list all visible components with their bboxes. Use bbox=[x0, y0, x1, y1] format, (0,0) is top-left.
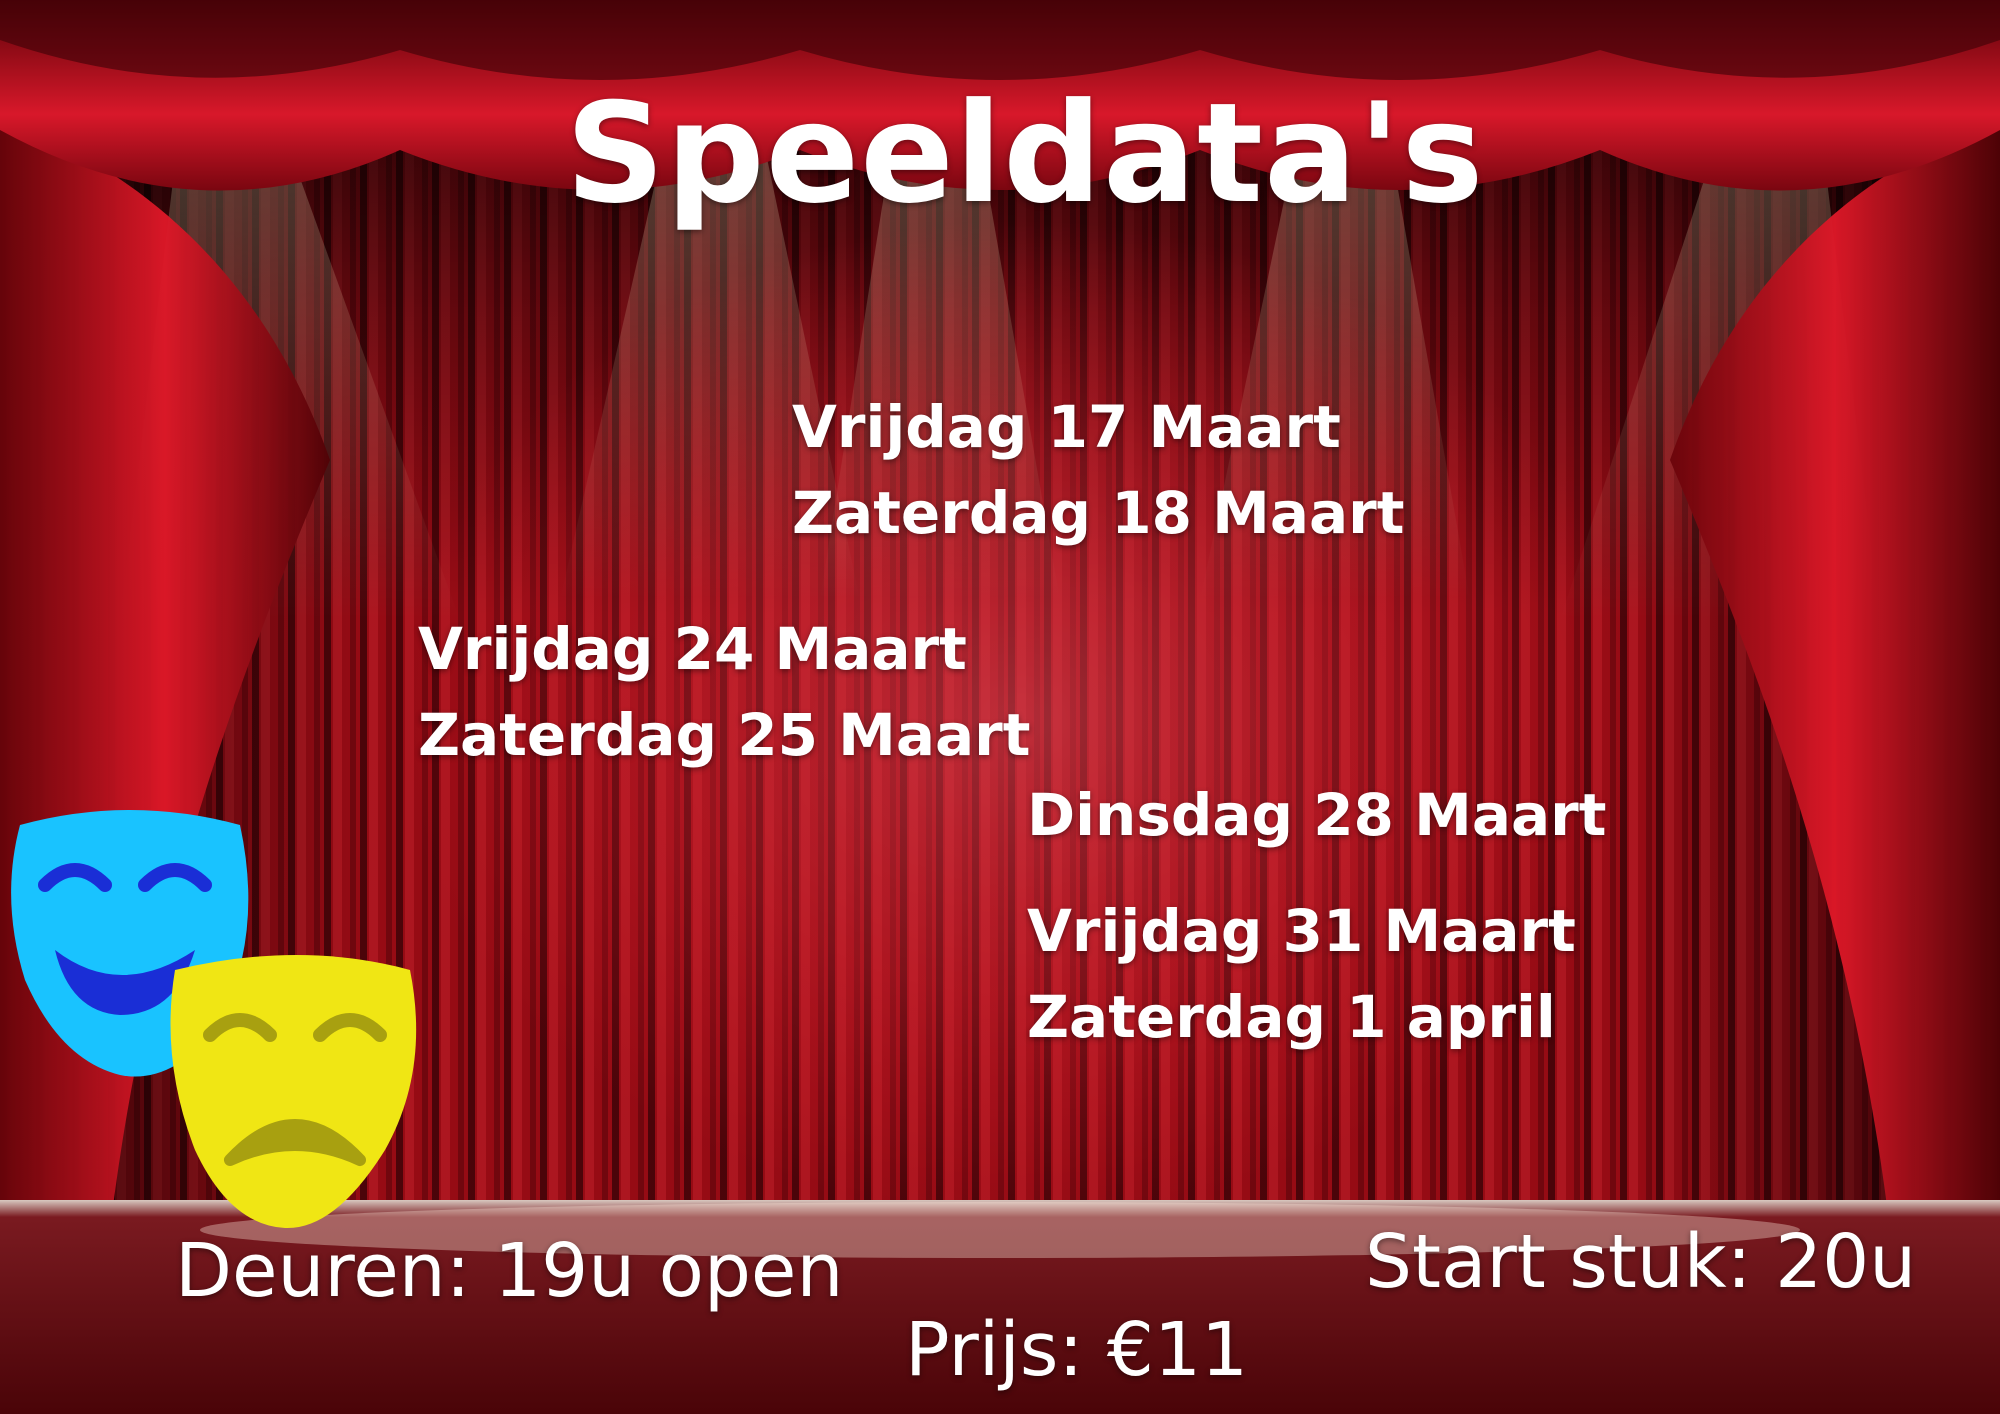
page-title: Speeldata's bbox=[565, 73, 1485, 234]
doors-time: Deuren: 19u open bbox=[175, 1228, 844, 1314]
tragedy-mask-icon bbox=[170, 955, 417, 1229]
start-time: Start stuk: 20u bbox=[1365, 1219, 1917, 1305]
theatre-masks bbox=[11, 810, 417, 1229]
date-line-5: Dinsdag 28 Maart bbox=[1027, 781, 1607, 849]
date-line-1: Vrijdag 17 Maart bbox=[792, 393, 1341, 461]
date-line-2: Zaterdag 18 Maart bbox=[792, 479, 1405, 547]
date-line-6: Vrijdag 31 Maart bbox=[1027, 897, 1576, 965]
date-line-7: Zaterdag 1 april bbox=[1027, 983, 1556, 1051]
ticket-price: Prijs: €11 bbox=[905, 1307, 1249, 1393]
date-line-3: Vrijdag 24 Maart bbox=[418, 615, 967, 683]
date-line-4: Zaterdag 25 Maart bbox=[418, 701, 1031, 769]
